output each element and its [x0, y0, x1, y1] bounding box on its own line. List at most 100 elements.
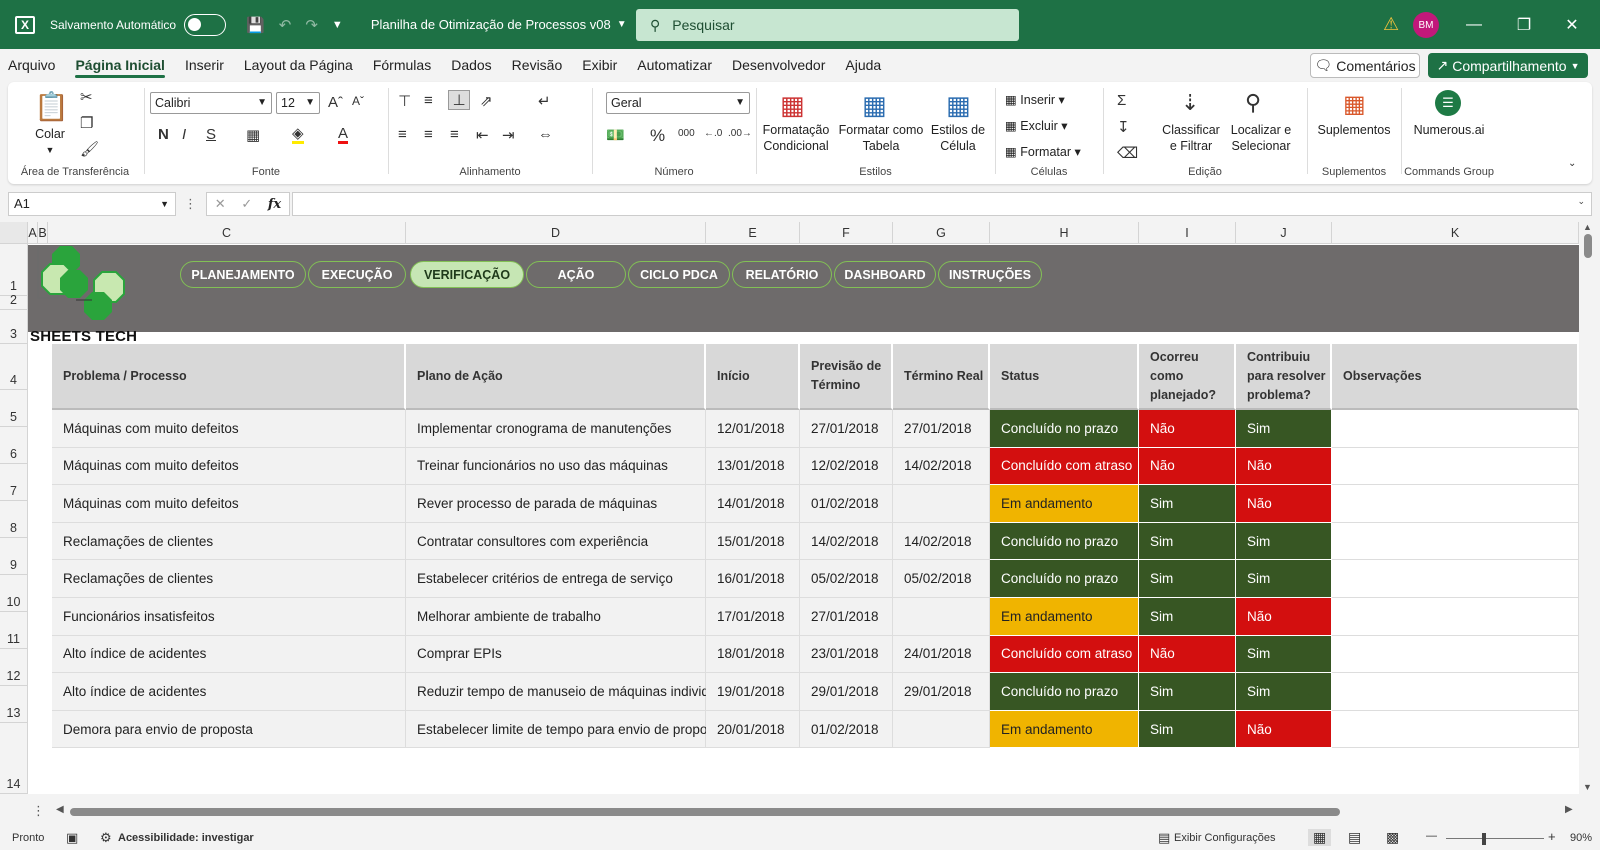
row-header-1[interactable]: 1: [0, 244, 28, 296]
row-header-3[interactable]: 3: [0, 310, 28, 344]
menu-automatizar[interactable]: Automatizar: [627, 49, 722, 82]
fill-color-icon[interactable]: ◈: [292, 126, 304, 144]
close-icon[interactable]: ✕: [1548, 0, 1596, 49]
avatar[interactable]: BM: [1413, 12, 1439, 38]
share-button[interactable]: ↗ Compartilhamento ▼: [1428, 53, 1588, 78]
table-cell[interactable]: 01/02/2018: [800, 710, 893, 749]
sheet-options-icon[interactable]: ⋮: [32, 803, 45, 819]
normal-view-icon[interactable]: ▦: [1308, 829, 1332, 846]
table-cell[interactable]: [893, 485, 990, 523]
table-cell[interactable]: [1332, 485, 1579, 523]
menu-desenvolvedor[interactable]: Desenvolvedor: [722, 49, 835, 82]
save-icon[interactable]: 💾: [246, 16, 265, 34]
menu-revisao[interactable]: Revisão: [502, 49, 573, 82]
accessibility-status[interactable]: Acessibilidade: investigar: [118, 832, 254, 844]
table-cell[interactable]: 14/02/2018: [800, 522, 893, 561]
font-size-select[interactable]: 12 ▼: [276, 92, 320, 114]
chevron-down-icon[interactable]: ▼: [44, 142, 56, 158]
row-header-2[interactable]: 2: [0, 293, 28, 310]
table-cell[interactable]: Máquinas com muito defeitos: [52, 485, 406, 523]
table-cell[interactable]: Concluído no prazo: [990, 522, 1139, 561]
cancel-icon[interactable]: ✕: [215, 196, 226, 212]
zoom-slider-thumb[interactable]: [1482, 833, 1486, 845]
table-header-cell[interactable]: Início: [706, 344, 800, 410]
row-header-11[interactable]: 11: [0, 612, 28, 649]
row-header-6[interactable]: 6: [0, 427, 28, 464]
conditional-format-icon[interactable]: ▦: [780, 90, 805, 121]
column-header-g[interactable]: G: [893, 222, 990, 244]
table-cell[interactable]: Sim: [1236, 410, 1332, 448]
table-cell[interactable]: 20/01/2018: [706, 710, 800, 749]
number-format-select[interactable]: Geral ▼: [606, 92, 750, 114]
menu-ajuda[interactable]: Ajuda: [835, 49, 891, 82]
table-cell[interactable]: Sim: [1236, 522, 1332, 561]
view-settings-button[interactable]: Exibir Configurações: [1174, 832, 1276, 844]
nav-button-3[interactable]: AÇÃO: [526, 261, 626, 288]
autosave-toggle[interactable]: [184, 13, 227, 36]
align-top-icon[interactable]: ⊤: [398, 92, 411, 110]
italic-button[interactable]: I: [182, 126, 186, 143]
align-center-icon[interactable]: ≡: [424, 126, 433, 143]
table-cell[interactable]: 27/01/2018: [800, 598, 893, 636]
table-cell[interactable]: [1332, 522, 1579, 561]
table-cell[interactable]: Implementar cronograma de manutenções: [406, 410, 706, 448]
format-cells-button[interactable]: ▦ Formatar ▾: [1005, 144, 1095, 160]
increase-font-icon[interactable]: Aˆ: [328, 94, 343, 111]
table-cell[interactable]: Concluído no prazo: [990, 673, 1139, 711]
menu-inserir[interactable]: Inserir: [175, 49, 234, 82]
table-cell[interactable]: 19/01/2018: [706, 673, 800, 711]
table-header-cell[interactable]: Plano de Ação: [406, 344, 706, 410]
column-header-d[interactable]: D: [406, 222, 706, 244]
table-cell[interactable]: Concluído com atraso: [990, 635, 1139, 674]
table-header-cell[interactable]: Status: [990, 344, 1139, 410]
table-cell[interactable]: Não: [1139, 447, 1236, 486]
vertical-scrollbar[interactable]: ▲ ▼: [1579, 222, 1600, 794]
table-header-cell[interactable]: Término Real: [893, 344, 990, 410]
row-header-12[interactable]: 12: [0, 649, 28, 686]
collapse-ribbon-icon[interactable]: ⌄: [1568, 158, 1576, 169]
table-cell[interactable]: 12/02/2018: [800, 447, 893, 486]
table-cell[interactable]: Máquinas com muito defeitos: [52, 410, 406, 448]
format-table-button[interactable]: Formatar como Tabela: [838, 122, 924, 154]
autosum-icon[interactable]: Σ: [1117, 92, 1126, 109]
zoom-in-icon[interactable]: +: [1548, 829, 1556, 844]
orientation-icon[interactable]: ⇗: [480, 92, 493, 110]
align-middle-icon[interactable]: ≡: [424, 92, 433, 109]
cut-icon[interactable]: ✂: [80, 88, 93, 106]
bold-button[interactable]: N: [158, 126, 169, 143]
table-cell[interactable]: 17/01/2018: [706, 598, 800, 636]
name-box[interactable]: A1 ▼: [8, 192, 176, 216]
decrease-indent-icon[interactable]: ⇤: [476, 126, 489, 144]
copy-icon[interactable]: ❐: [80, 114, 93, 132]
row-header-7[interactable]: 7: [0, 464, 28, 501]
table-header-cell[interactable]: Problema / Processo: [52, 344, 406, 410]
row-header-13[interactable]: 13: [0, 686, 28, 723]
redo-icon[interactable]: ↷: [305, 16, 318, 34]
table-cell[interactable]: 16/01/2018: [706, 560, 800, 598]
table-cell[interactable]: 14/02/2018: [893, 522, 990, 561]
page-layout-view-icon[interactable]: ▤: [1348, 829, 1361, 846]
scroll-left-icon[interactable]: ◀: [56, 804, 64, 815]
table-cell[interactable]: Sim: [1236, 560, 1332, 598]
table-cell[interactable]: Em andamento: [990, 710, 1139, 749]
addins-button[interactable]: Suplementos: [1309, 122, 1399, 138]
table-cell[interactable]: 27/01/2018: [800, 410, 893, 448]
horizontal-scroll-thumb[interactable]: [70, 808, 1340, 816]
increase-decimal-icon[interactable]: ←.0: [704, 128, 722, 139]
zoom-slider[interactable]: [1446, 838, 1544, 839]
column-header-c[interactable]: C: [48, 222, 406, 244]
table-cell[interactable]: 27/01/2018: [893, 410, 990, 448]
increase-indent-icon[interactable]: ⇥: [502, 126, 515, 144]
scroll-right-icon[interactable]: ▶: [1565, 804, 1573, 815]
table-header-cell[interactable]: Contribuiu para resolver problema?: [1236, 344, 1332, 410]
table-cell[interactable]: [1332, 598, 1579, 636]
table-cell[interactable]: Estabelecer critérios de entrega de serv…: [406, 560, 706, 598]
nav-button-1[interactable]: EXECUÇÃO: [308, 261, 406, 288]
table-cell[interactable]: Estabelecer limite de tempo para envio d…: [406, 710, 725, 749]
row-header-4[interactable]: 4: [0, 344, 28, 390]
font-color-icon[interactable]: A: [338, 126, 349, 144]
row-header-8[interactable]: 8: [0, 501, 28, 538]
macro-icon[interactable]: ▣: [66, 830, 78, 846]
table-cell[interactable]: 05/02/2018: [893, 560, 990, 598]
nav-button-4[interactable]: CICLO PDCA: [628, 261, 730, 288]
